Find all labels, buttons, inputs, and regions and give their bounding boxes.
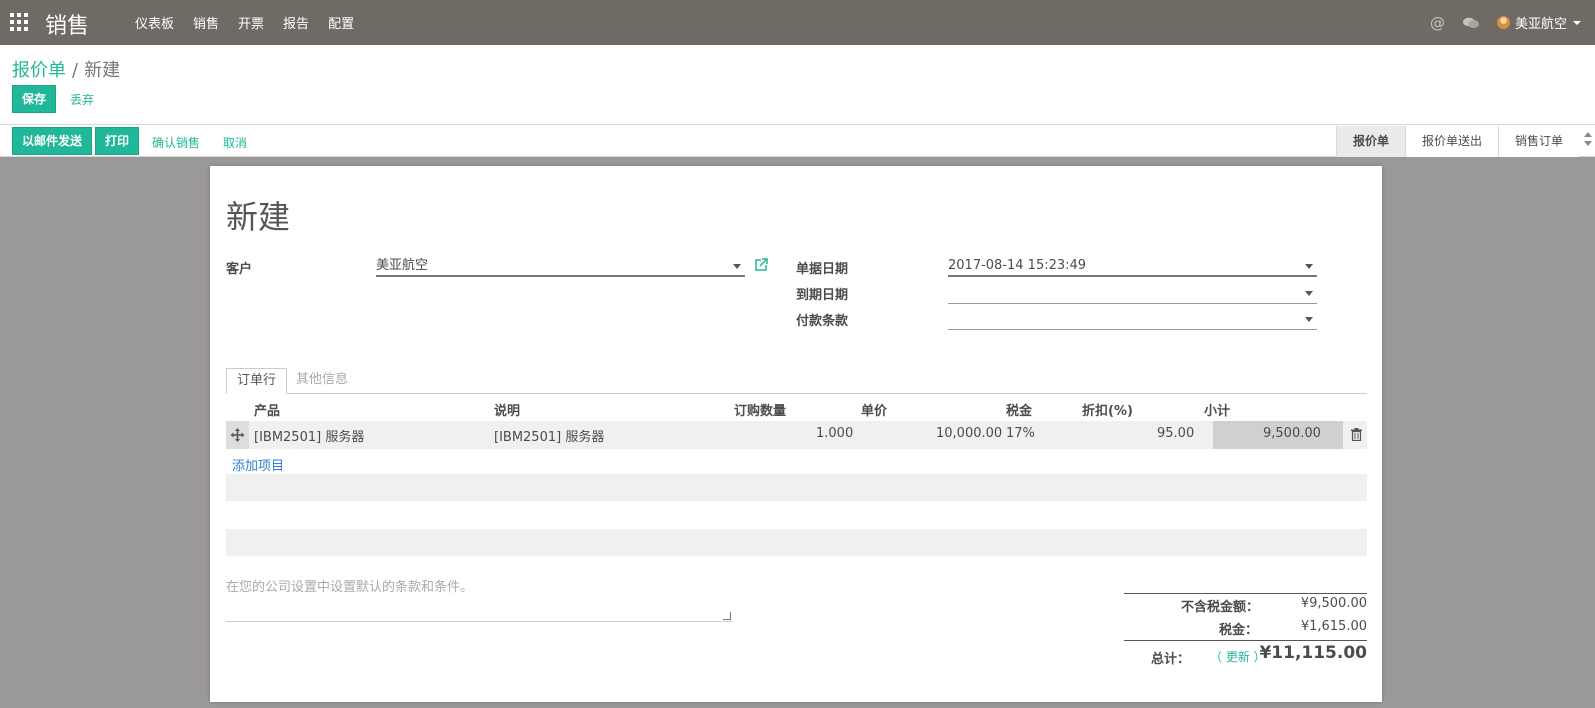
customer-value: 美亚航空 [376, 258, 429, 273]
user-name: 美亚航空 [1514, 17, 1567, 32]
menu-item-sales[interactable]: 销售 [193, 13, 219, 32]
chevron-down-icon[interactable] [1305, 264, 1313, 269]
resize-handle-icon[interactable] [723, 612, 731, 620]
avatar [1496, 16, 1510, 29]
tax-amount-label: 税金： [1219, 623, 1259, 638]
empty-row [226, 529, 1367, 556]
chevron-down-icon[interactable] [1305, 291, 1313, 296]
customer-label: 客户 [226, 262, 253, 277]
column-header-taxes[interactable]: 税金 [1006, 400, 1032, 419]
chevron-down-icon[interactable] [733, 264, 741, 269]
customer-field[interactable]: 美亚航空 [376, 255, 745, 277]
breadcrumb: 报价单 / 新建 [12, 56, 120, 82]
control-panel: 报价单 / 新建 保存 丢弃 [0, 45, 1595, 125]
send-by-email-button[interactable]: 以邮件发送 [12, 127, 93, 155]
payment-terms-field[interactable] [948, 308, 1317, 330]
tax-amount-value: ¥1,615.00 [1300, 619, 1367, 634]
user-menu[interactable]: 美亚航空 [1496, 13, 1581, 32]
chevron-down-icon [1573, 20, 1581, 25]
app-brand: 销售 [45, 14, 90, 39]
payment-terms-label: 付款条款 [796, 314, 849, 329]
chevron-up-icon[interactable] [1584, 132, 1592, 137]
tab-order-lines[interactable]: 订单行 [226, 368, 288, 394]
at-mention-icon[interactable]: @ [1430, 14, 1445, 32]
order-date-label: 单据日期 [796, 262, 849, 277]
empty-row [226, 474, 1367, 501]
status-bar: 以邮件发送 打印 确认销售 取消 报价单 报价单送出 销售订单 [0, 126, 1595, 157]
total-label: 总计： [1151, 652, 1191, 667]
breadcrumb-current: 新建 [84, 60, 121, 81]
apps-grid-icon[interactable] [10, 13, 28, 31]
stage-sales-order[interactable]: 销售订单 [1497, 126, 1579, 157]
cancel-button[interactable]: 取消 [223, 134, 247, 151]
validity-date-label: 到期日期 [796, 288, 849, 303]
breadcrumb-separator: / [72, 60, 79, 81]
column-header-description[interactable]: 说明 [494, 400, 520, 419]
main-menu: 仪表板 销售 开票 报告 配置 [135, 0, 373, 45]
scroll-arrows[interactable] [1583, 128, 1593, 156]
cell-description[interactable]: [IBM2501] 服务器 [494, 426, 604, 445]
add-item-link[interactable]: 添加项目 [232, 455, 284, 474]
order-date-field[interactable]: 2017-08-14 15:23:49 [948, 255, 1317, 277]
column-header-subtotal[interactable]: 小计 [1204, 400, 1230, 419]
table-header: 产品 说明 订购数量 单价 税金 折扣(%) 小计 [226, 395, 1367, 420]
chevron-down-icon[interactable] [1305, 317, 1313, 322]
move-icon [230, 428, 245, 442]
table-row[interactable]: [IBM2501] 服务器 [IBM2501] 服务器 1.000 10,000… [226, 421, 1367, 449]
cell-quantity[interactable]: 1.000 [816, 426, 853, 441]
discard-button[interactable]: 丢弃 [70, 91, 94, 108]
stage-quotation[interactable]: 报价单 [1335, 126, 1405, 157]
form-sheet: 新建 客户 美亚航空 单据日期 2017-08-14 15:23:49 到期日期… [210, 166, 1382, 702]
validity-date-field[interactable] [948, 282, 1317, 304]
order-date-value: 2017-08-14 15:23:49 [948, 258, 1087, 273]
chevron-down-icon[interactable] [1584, 141, 1592, 146]
terms-note-placeholder: 在您的公司设置中设置默认的条款和条件。 [226, 580, 474, 595]
column-header-product[interactable]: 产品 [254, 400, 280, 419]
external-link-icon[interactable] [754, 258, 768, 272]
stage-quotation-sent[interactable]: 报价单送出 [1404, 126, 1498, 157]
tab-other-info[interactable]: 其他信息 [286, 368, 358, 394]
drag-handle[interactable] [226, 421, 249, 449]
cell-subtotal: 9,500.00 [1263, 426, 1321, 441]
top-navbar: 销售 仪表板 销售 开票 报告 配置 @ 美亚航空 [0, 0, 1595, 45]
save-button[interactable]: 保存 [12, 85, 57, 113]
column-header-discount[interactable]: 折扣(%) [1082, 400, 1133, 419]
chat-icon[interactable] [1462, 17, 1479, 29]
print-button[interactable]: 打印 [95, 127, 140, 155]
breadcrumb-quotations[interactable]: 报价单 [12, 60, 66, 81]
menu-item-dashboard[interactable]: 仪表板 [135, 13, 174, 32]
form-tabs: 订单行 其他信息 [226, 368, 1367, 394]
cell-product[interactable]: [IBM2501] 服务器 [254, 426, 364, 445]
menu-item-invoicing[interactable]: 开票 [238, 13, 264, 32]
cell-unit-price[interactable]: 10,000.00 [936, 426, 1002, 441]
stage-pipeline: 报价单 报价单送出 销售订单 [1335, 126, 1579, 157]
menu-item-configuration[interactable]: 配置 [328, 13, 354, 32]
terms-note-field[interactable]: 在您的公司设置中设置默认的条款和条件。 [226, 576, 732, 622]
cell-discount[interactable]: 95.00 [1157, 426, 1194, 441]
update-totals-link[interactable]: （ 更新 ） [1210, 648, 1266, 665]
untaxed-amount-value: ¥9,500.00 [1300, 596, 1367, 611]
confirm-sale-button[interactable]: 确认销售 [152, 134, 200, 151]
cell-taxes[interactable]: 17% [1006, 426, 1035, 441]
page-title: 新建 [226, 198, 291, 236]
trash-icon[interactable] [1351, 428, 1362, 441]
column-header-unit-price[interactable]: 单价 [861, 400, 887, 419]
column-header-quantity[interactable]: 订购数量 [734, 400, 786, 419]
menu-item-reports[interactable]: 报告 [283, 13, 309, 32]
total-value: ¥11,115.00 [1259, 643, 1367, 663]
untaxed-amount-label: 不含税金额： [1181, 600, 1260, 615]
totals-divider [1124, 593, 1367, 594]
totals-divider [1124, 640, 1367, 641]
